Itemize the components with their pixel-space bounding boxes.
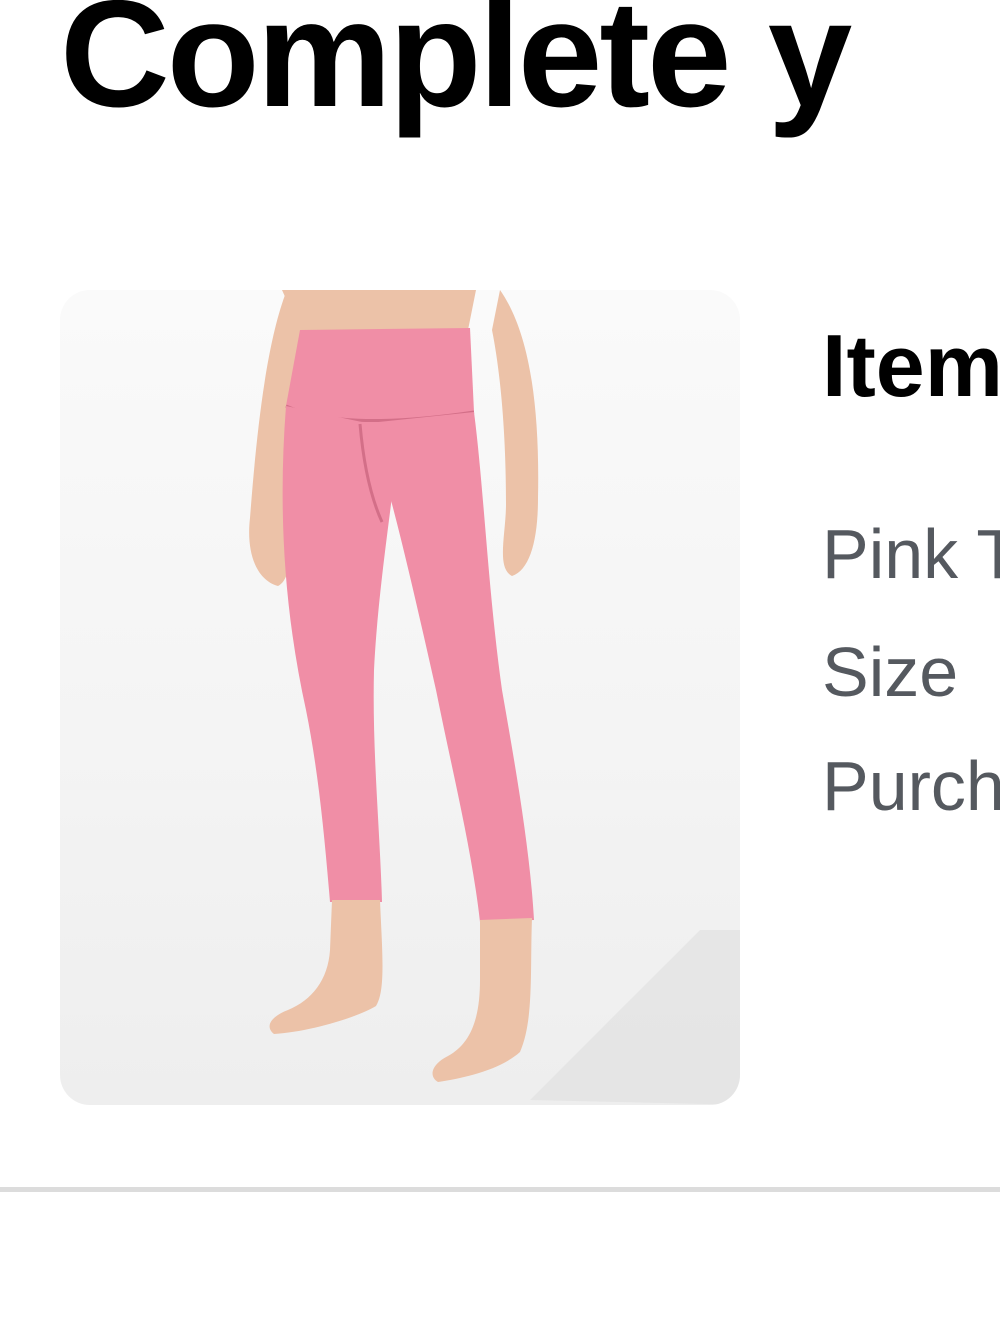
waistband — [286, 328, 474, 425]
item-size-text: Size — [822, 633, 959, 711]
product-image — [249, 290, 740, 1105]
floor-shadow — [530, 930, 740, 1105]
torso — [282, 290, 476, 330]
item-heading: Item — [822, 316, 1000, 415]
product-image-card[interactable] — [60, 290, 740, 1105]
item-color-text: Pink T — [822, 515, 1000, 593]
item-purchase-text: Purch — [822, 747, 1000, 825]
left-foot — [269, 900, 383, 1034]
right-foot — [432, 918, 532, 1082]
left-leg — [282, 406, 400, 902]
page-title: Complete y — [60, 0, 852, 139]
section-divider — [0, 1187, 1000, 1192]
right-arm — [492, 290, 539, 576]
